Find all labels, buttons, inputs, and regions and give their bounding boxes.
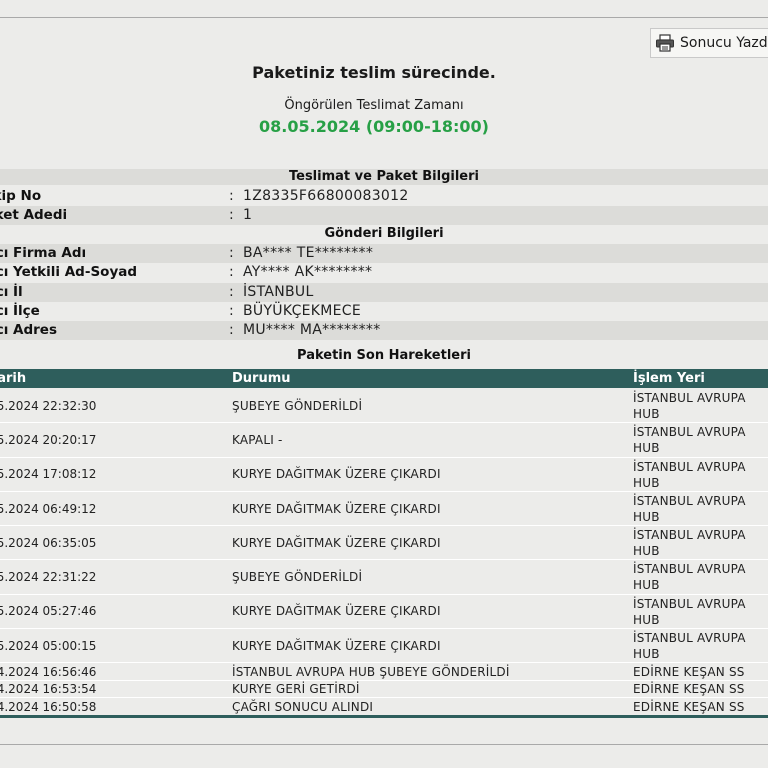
table-row: 30.04.2024 16:56:46 İSTANBUL AVRUPA HUB …	[0, 663, 768, 681]
table-row: 06.05.2024 06:49:12 KURYE DAĞITMAK ÜZERE…	[0, 492, 768, 527]
movement-status: KURYE GERİ GETİRDİ	[232, 682, 360, 697]
table-row: 04.05.2024 22:31:22 ŞUBEYE GÖNDERİLDİ İS…	[0, 560, 768, 595]
movement-place: İSTANBUL AVRUPA HUB	[633, 493, 746, 524]
info-label: Paket Adedi	[0, 207, 68, 223]
table-bottom-border	[0, 715, 768, 718]
column-header-place: İşlem Yeri	[633, 371, 705, 386]
movement-date: 30.04.2024 16:53:54	[0, 682, 97, 697]
movements-table-body: 07.05.2024 22:32:30 ŞUBEYE GÖNDERİLDİ İS…	[0, 389, 768, 716]
table-row: 30.04.2024 16:50:58 ÇAĞRI SONUCU ALINDI …	[0, 698, 768, 716]
recipient-contact: AY**** AK********	[243, 264, 373, 280]
movement-status: İSTANBUL AVRUPA HUB ŞUBEYE GÖNDERİLDİ	[232, 664, 510, 679]
movement-status: KURYE DAĞITMAK ÜZERE ÇIKARDI	[232, 535, 441, 550]
movement-date: 07.05.2024 22:32:30	[0, 398, 97, 413]
table-row: 06.05.2024 20:20:17 KAPALI - İSTANBUL AV…	[0, 423, 768, 458]
printer-icon	[656, 34, 674, 52]
shipment-info-title: Gönderi Bilgileri	[324, 226, 444, 241]
info-row-district: Alıcı İlçe : BÜYÜKÇEKMECE	[0, 302, 768, 321]
estimated-delivery-date: 08.05.2024 (09:00-18:00)	[259, 117, 489, 136]
movement-place: İSTANBUL AVRUPA HUB	[633, 425, 746, 456]
table-row: 06.05.2024 17:08:12 KURYE DAĞITMAK ÜZERE…	[0, 458, 768, 492]
movement-date: 04.05.2024 22:31:22	[0, 570, 97, 585]
movement-date: 02.05.2024 05:00:15	[0, 638, 97, 653]
info-label: Alıcı Adres	[0, 322, 57, 338]
movement-status: KURYE DAĞITMAK ÜZERE ÇIKARDI	[232, 638, 441, 653]
info-label: Alıcı İl	[0, 284, 23, 300]
print-button-label: Sonucu Yazdır	[680, 35, 768, 51]
movement-place: EDİRNE KEŞAN SS	[633, 664, 745, 679]
movement-status: KURYE DAĞITMAK ÜZERE ÇIKARDI	[232, 604, 441, 619]
info-colon: :	[229, 264, 234, 280]
info-colon: :	[229, 188, 234, 204]
tracking-number: 1Z8335F66800083012	[243, 188, 409, 204]
recipient-district: BÜYÜKÇEKMECE	[243, 303, 362, 319]
info-row-company: Alıcı Firma Adı : BA**** TE********	[0, 244, 768, 263]
movement-date: 06.05.2024 06:35:05	[0, 535, 97, 550]
info-colon: :	[229, 322, 234, 338]
info-row-tracking-no: Takip No : 1Z8335F66800083012	[0, 187, 768, 206]
info-row-package-count: Paket Adedi : 1	[0, 206, 768, 225]
movement-place: İSTANBUL AVRUPA HUB	[633, 459, 746, 490]
movement-place: İSTANBUL AVRUPA HUB	[633, 596, 746, 627]
info-label: Takip No	[0, 188, 42, 204]
delivery-status-headline: Paketiniz teslim sürecinde.	[252, 63, 496, 82]
movement-date: 06.05.2024 20:20:17	[0, 432, 97, 447]
print-result-button[interactable]: Sonucu Yazdır	[650, 28, 768, 58]
info-row-contact: Alıcı Yetkili Ad-Soyad : AY**** AK******…	[0, 263, 768, 282]
movement-date: 06.05.2024 06:49:12	[0, 501, 97, 516]
recipient-address: MU**** MA********	[243, 322, 381, 338]
movement-status: ŞUBEYE GÖNDERİLDİ	[232, 398, 363, 413]
movement-place: İSTANBUL AVRUPA HUB	[633, 391, 746, 421]
movement-place: İSTANBUL AVRUPA HUB	[633, 562, 746, 593]
info-row-address: Alıcı Adres : MU**** MA********	[0, 321, 768, 340]
info-colon: :	[229, 207, 234, 223]
table-row: 02.05.2024 05:00:15 KURYE DAĞITMAK ÜZERE…	[0, 629, 768, 664]
column-header-status: Durumu	[232, 371, 291, 386]
recipient-company: BA**** TE********	[243, 245, 374, 261]
package-count: 1	[243, 207, 253, 223]
info-colon: :	[229, 245, 234, 261]
movement-place: EDİRNE KEŞAN SS	[633, 682, 745, 697]
table-row: 03.05.2024 05:27:46 KURYE DAĞITMAK ÜZERE…	[0, 595, 768, 630]
movement-date: 30.04.2024 16:56:46	[0, 664, 97, 679]
info-label: Alıcı İlçe	[0, 303, 40, 319]
delivery-info-title: Teslimat ve Paket Bilgileri	[0, 169, 768, 185]
recipient-city: İSTANBUL	[243, 284, 314, 300]
info-row-city: Alıcı İl : İSTANBUL	[0, 283, 768, 302]
movement-status: KURYE DAĞITMAK ÜZERE ÇIKARDI	[232, 467, 441, 482]
movement-place: İSTANBUL AVRUPA HUB	[633, 631, 746, 662]
movement-place: İSTANBUL AVRUPA HUB	[633, 528, 746, 559]
table-row: 30.04.2024 16:53:54 KURYE GERİ GETİRDİ E…	[0, 681, 768, 699]
estimated-delivery-label: Öngörülen Teslimat Zamanı	[284, 98, 464, 113]
movement-date: 30.04.2024 16:50:58	[0, 699, 97, 714]
info-colon: :	[229, 303, 234, 319]
movement-date: 06.05.2024 17:08:12	[0, 467, 97, 482]
column-header-date: Tarih	[0, 371, 27, 386]
info-label: Alıcı Yetkili Ad-Soyad	[0, 264, 138, 280]
movement-status: KAPALI -	[232, 432, 283, 447]
movement-place: EDİRNE KEŞAN SS	[633, 699, 745, 714]
table-row: 06.05.2024 06:35:05 KURYE DAĞITMAK ÜZERE…	[0, 526, 768, 561]
table-row: 07.05.2024 22:32:30 ŞUBEYE GÖNDERİLDİ İS…	[0, 389, 768, 424]
movement-status: ÇAĞRI SONUCU ALINDI	[232, 699, 374, 714]
movements-title: Paketin Son Hareketleri	[297, 348, 471, 363]
info-colon: :	[229, 284, 234, 300]
movement-date: 03.05.2024 05:27:46	[0, 604, 97, 619]
movement-status: ŞUBEYE GÖNDERİLDİ	[232, 570, 363, 585]
movements-table-header: Tarih Durumu İşlem Yeri	[0, 369, 768, 388]
info-label: Alıcı Firma Adı	[0, 245, 87, 261]
movement-status: KURYE DAĞITMAK ÜZERE ÇIKARDI	[232, 501, 441, 516]
